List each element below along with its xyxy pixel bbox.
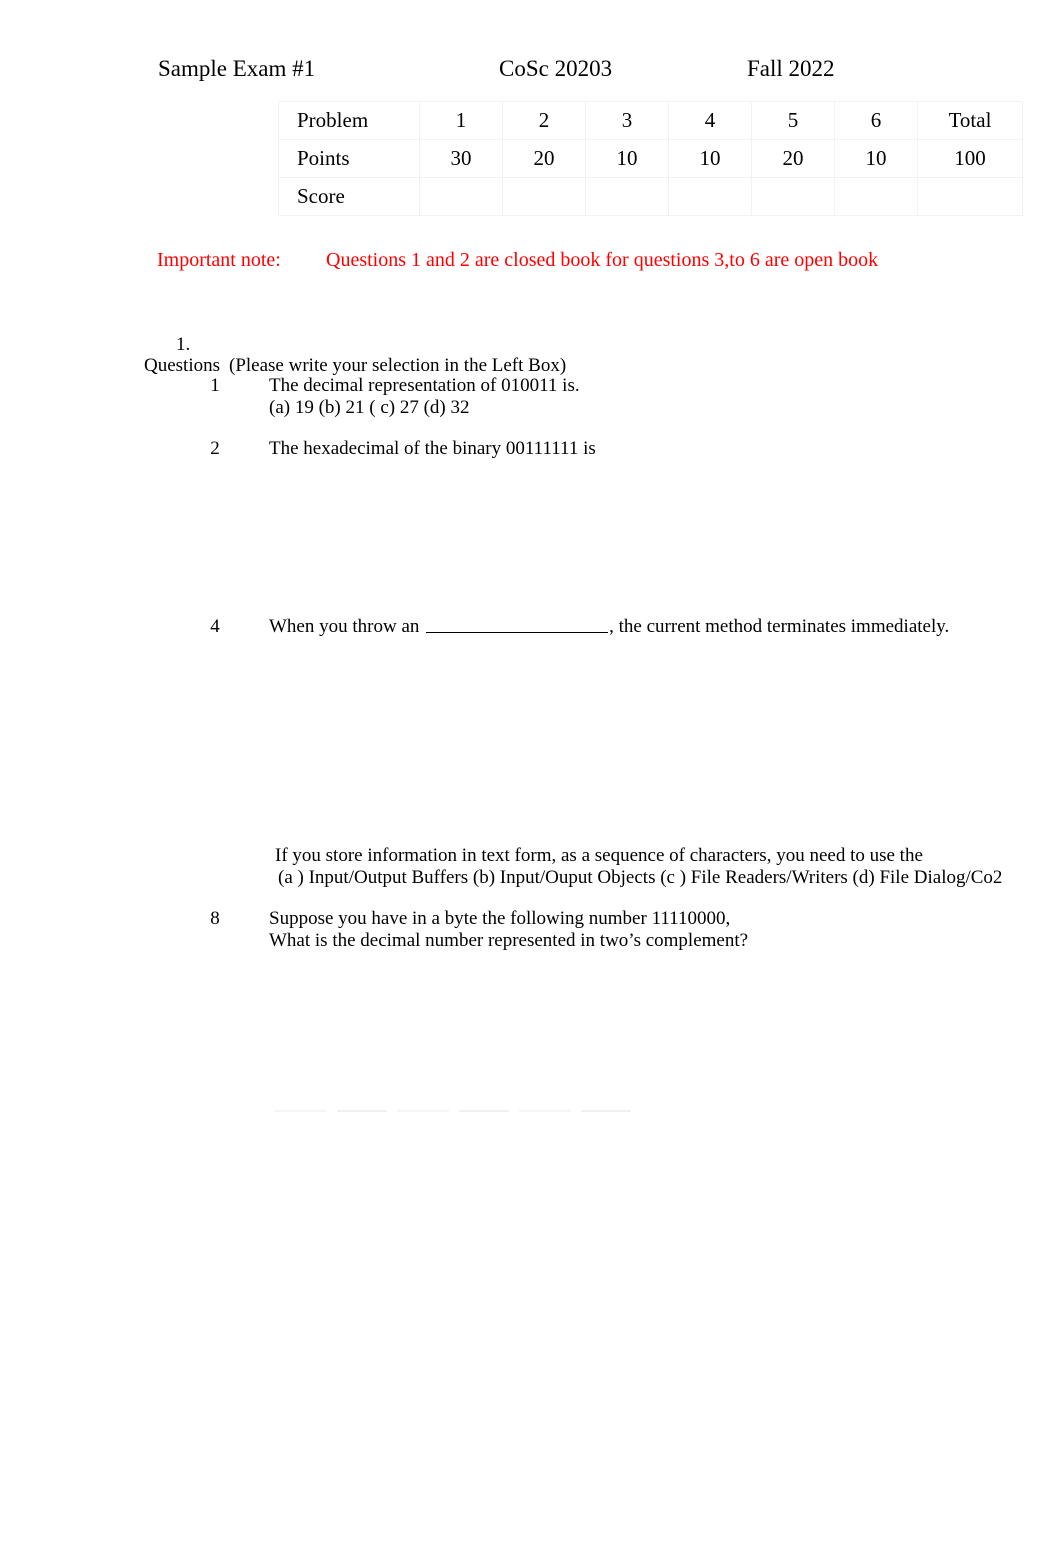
document-header: Sample Exam #1 CoSc 20203 Fall 2022 [158, 52, 1018, 88]
score-cell-6[interactable] [834, 177, 918, 216]
table-row-problem: Problem 1 2 3 4 5 6 Total [278, 101, 1023, 140]
question-8-line-2: What is the decimal number represented i… [269, 930, 749, 951]
questions-instruction: (Please write your selection in the Left… [229, 355, 567, 376]
score-cell-total[interactable] [917, 177, 1023, 216]
problem-number-4: 4 [668, 101, 752, 140]
score-cell-4[interactable] [668, 177, 752, 216]
row-label-points: Points [278, 139, 420, 178]
question-8-line-1: Suppose you have in a byte the following… [269, 908, 731, 929]
question-options-1: (a) 19 (b) 21 ( c) 27 (d) 32 [269, 397, 470, 418]
row-label-score: Score [278, 177, 420, 216]
points-2: 20 [502, 139, 586, 178]
problem-number-2: 2 [502, 101, 586, 140]
question-text-8: Suppose you have in a byte the following… [269, 908, 748, 952]
important-note-text: Questions 1 and 2 are closed book for qu… [326, 249, 879, 271]
column-header-total: Total [917, 101, 1023, 140]
document-page: Sample Exam #1 CoSc 20203 Fall 2022 Prob… [0, 0, 1062, 1556]
important-note: Important note: Questions 1 and 2 are cl… [157, 246, 1017, 276]
points-total: 100 [917, 139, 1023, 178]
score-cell-5[interactable] [751, 177, 835, 216]
row-label-problem: Problem [278, 101, 420, 140]
points-5: 20 [751, 139, 835, 178]
loose-question-block: If you store information in text form, a… [275, 845, 1002, 889]
question-number-1: 1 [210, 375, 220, 396]
question-number-8: 8 [210, 908, 220, 929]
question-number-2: 2 [210, 438, 220, 459]
score-table-container: Problem 1 2 3 4 5 6 Total Points 30 20 1… [278, 101, 1023, 216]
question-text-1: The decimal representation of 010011 is. [269, 375, 580, 396]
problem-number-3: 3 [585, 101, 669, 140]
question-4-suffix: , the current method terminates immediat… [609, 616, 950, 637]
table-row-points: Points 30 20 10 10 20 10 100 [278, 139, 1023, 178]
problem-number-5: 5 [751, 101, 835, 140]
exam-title: Sample Exam #1 [158, 56, 316, 81]
score-cell-3[interactable] [585, 177, 669, 216]
problem-number-6: 6 [834, 101, 918, 140]
term-label: Fall 2022 [747, 56, 835, 81]
points-6: 10 [834, 139, 918, 178]
problem-number-1: 1 [419, 101, 503, 140]
question-4-prefix: When you throw an [269, 616, 425, 637]
question-number-4: 4 [210, 616, 220, 637]
points-3: 10 [585, 139, 669, 178]
question-text-4: When you throw an , the current method t… [269, 616, 949, 638]
score-cell-2[interactable] [502, 177, 586, 216]
loose-question-options: (a ) Input/Output Buffers (b) Input/Oupu… [278, 867, 1003, 888]
loose-question-text: If you store information in text form, a… [275, 845, 923, 866]
fill-in-blank-rule[interactable] [426, 618, 609, 633]
important-note-label: Important note: [157, 249, 281, 271]
score-table: Problem 1 2 3 4 5 6 Total Points 30 20 1… [278, 101, 1023, 216]
course-code: CoSc 20203 [499, 56, 613, 81]
table-row-score: Score [278, 177, 1023, 216]
points-1: 30 [419, 139, 503, 178]
points-4: 10 [668, 139, 752, 178]
score-cell-1[interactable] [419, 177, 503, 216]
questions-word: Questions [144, 355, 220, 376]
question-text-2: The hexadecimal of the binary 00111111 i… [269, 438, 596, 459]
faint-separator-line [275, 1110, 641, 1112]
